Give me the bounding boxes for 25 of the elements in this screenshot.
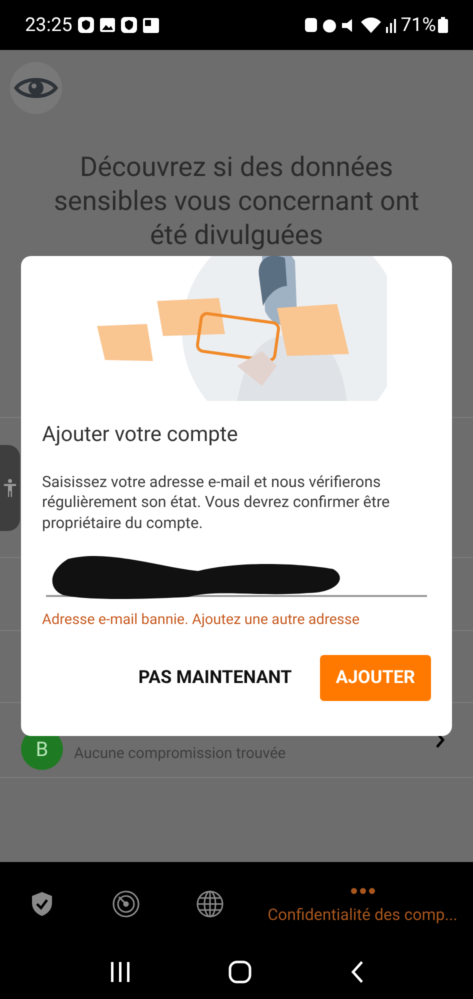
email-error: Adresse e-mail bannie. Ajoutez une autre adresse [42, 610, 361, 630]
globe-icon [196, 890, 224, 918]
accessibility-icon [4, 479, 16, 497]
battery-icon [438, 17, 448, 33]
home-icon[interactable] [228, 960, 252, 984]
page-heading: Découvrez si des données sensibles vous concernant ont été divulguées [52, 150, 420, 252]
eye-icon [14, 75, 58, 101]
battery-percent: 71% [400, 12, 436, 38]
clock: 23:25 [25, 12, 72, 38]
shield-notification-icon [78, 17, 94, 33]
nav-label: Confidentialité des comp... [268, 904, 458, 926]
image-notification-icon [100, 18, 116, 32]
recent-apps-icon[interactable] [108, 961, 131, 983]
dialog-title: Ajouter votre compte [42, 422, 239, 449]
accessibility-tab[interactable] [0, 445, 20, 531]
shield-notification-icon [121, 17, 138, 33]
back-icon[interactable] [350, 960, 364, 984]
wifi-icon [360, 17, 381, 33]
not-now-button[interactable]: PAS MAINTENANT [136, 654, 294, 701]
add-button[interactable]: AJOUTER [320, 654, 431, 701]
signal-icon [386, 18, 397, 32]
shield-check-icon [30, 890, 54, 916]
radar-icon [112, 890, 140, 918]
dialog-description: Saisissez votre adresse e-mail et nous vérifierons régulièrement son état. Vous devrez confirmer être propriétaire du compte. [42, 472, 391, 533]
more-dots-icon [350, 886, 376, 894]
